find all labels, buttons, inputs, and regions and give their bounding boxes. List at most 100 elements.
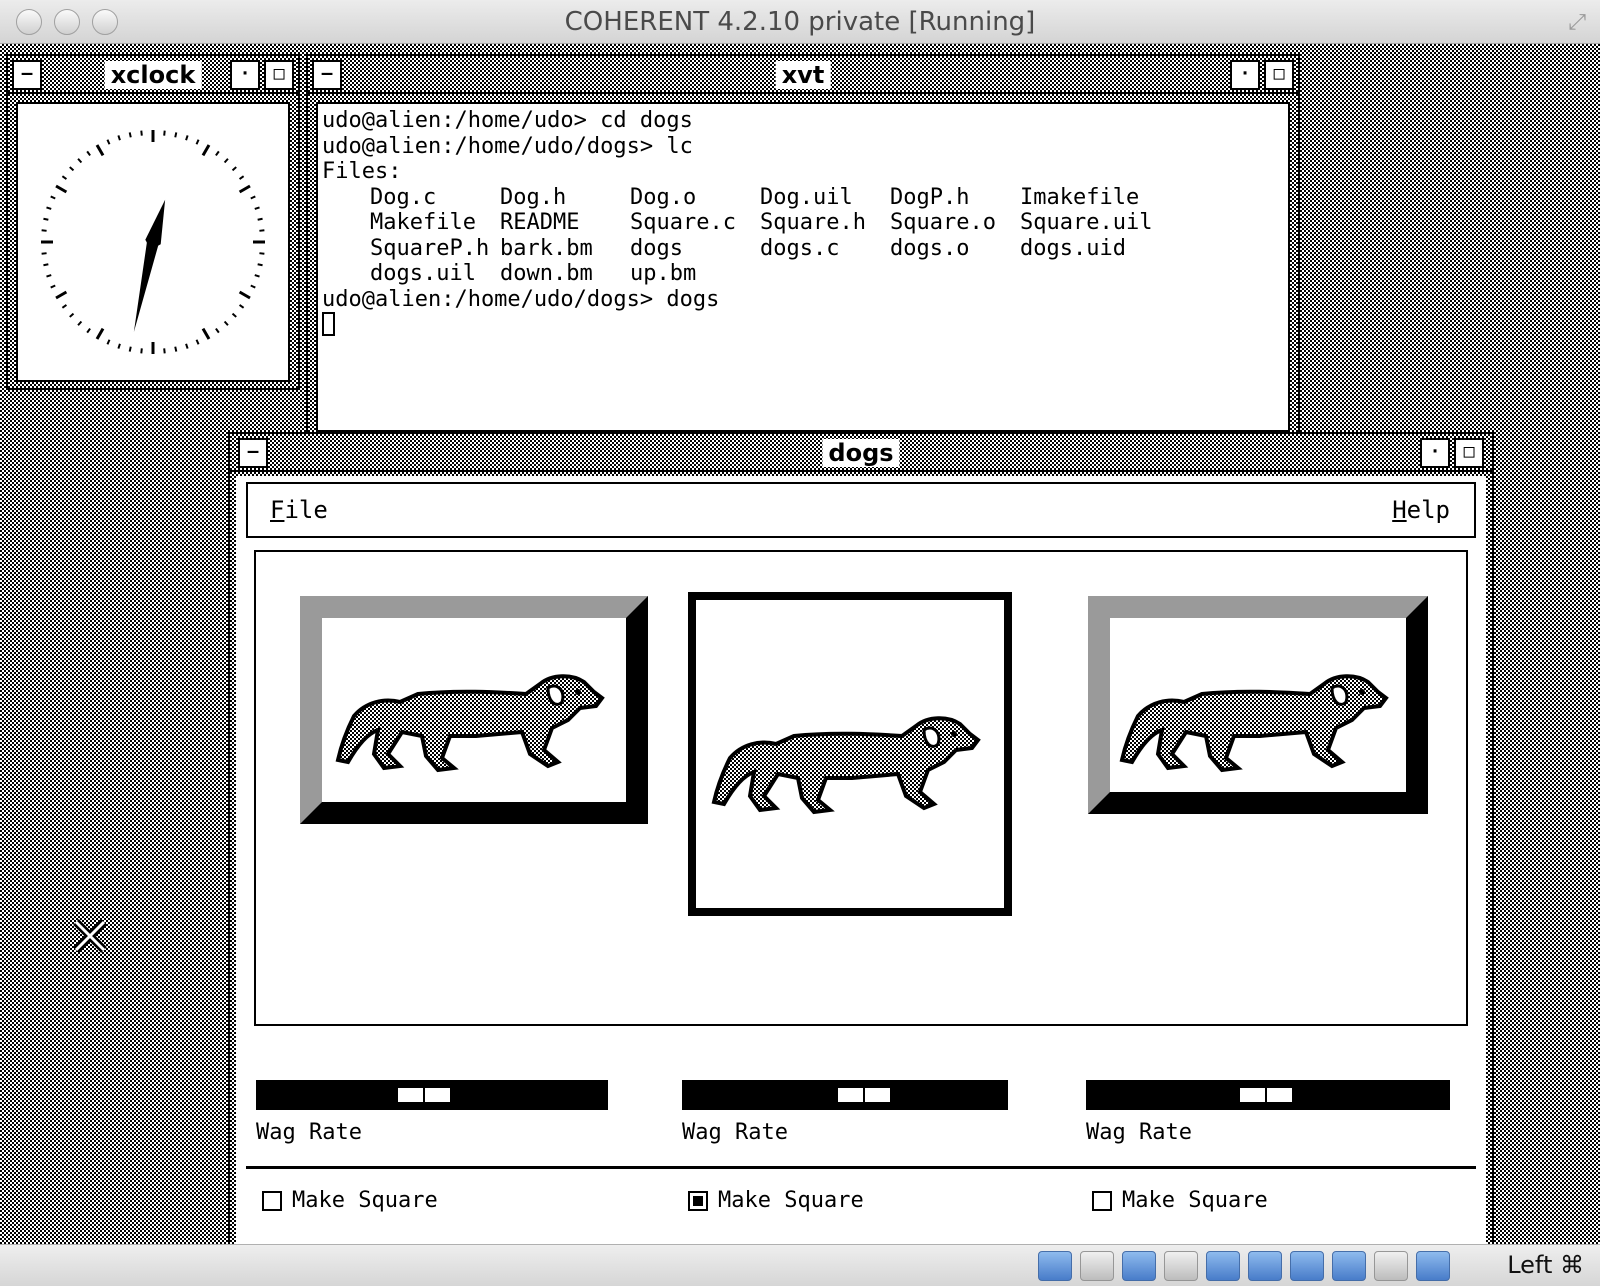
- clock-tick: [43, 263, 49, 267]
- dogs-main: File Help Wag Rate Wag Rate Wag Rate Mak…: [236, 476, 1486, 1276]
- zoom-window-icon[interactable]: [92, 9, 118, 35]
- cpu-icon[interactable]: [1332, 1251, 1366, 1281]
- file-name: Makefile: [370, 210, 476, 235]
- dog-image: [335, 674, 605, 773]
- file-listing: Dog.c Dog.h Dog.o Dog.uil DogP.h Imakefi…: [370, 185, 1284, 287]
- xclock-titlebar[interactable]: – xclock · □: [8, 56, 298, 94]
- clock-tick: [163, 348, 166, 354]
- dogs-title: dogs: [822, 439, 900, 467]
- dog-button-1[interactable]: [300, 596, 648, 824]
- status-icons: [1038, 1251, 1450, 1281]
- close-window-icon[interactable]: [16, 9, 42, 35]
- dogs-titlebar[interactable]: – dogs · □: [230, 434, 1492, 472]
- terminal-line: udo@alien:/home/udo> cd dogs: [322, 108, 693, 133]
- clock-tick: [223, 320, 229, 326]
- display-icon[interactable]: [1248, 1251, 1282, 1281]
- clock-tick: [174, 346, 178, 352]
- make-square-label: Make Square: [1122, 1188, 1268, 1213]
- capture-icon[interactable]: [1416, 1251, 1450, 1281]
- clock-tick: [238, 304, 245, 309]
- slider-thumb[interactable]: [836, 1086, 892, 1104]
- mouse-integration-icon[interactable]: [1374, 1251, 1408, 1281]
- floppy-icon[interactable]: [1080, 1251, 1114, 1281]
- clock-tick: [201, 144, 211, 157]
- clock-tick: [86, 327, 91, 334]
- dog-button-3[interactable]: [1088, 596, 1428, 814]
- file-name: Imakefile: [1020, 184, 1140, 210]
- make-square-toggle-2[interactable]: Make Square: [688, 1188, 864, 1213]
- maximize-icon[interactable]: □: [1264, 60, 1294, 90]
- minimize-window-icon[interactable]: [54, 9, 80, 35]
- usb-icon[interactable]: [1164, 1251, 1198, 1281]
- file-name: Square.h: [760, 210, 866, 235]
- file-name: Square.uil: [1020, 210, 1153, 235]
- file-name: Dog.c: [370, 184, 437, 210]
- dog-image: [711, 716, 981, 815]
- clock-tick: [95, 327, 105, 340]
- file-name: README: [500, 210, 580, 235]
- wag-rate-slider-3[interactable]: [1086, 1080, 1450, 1110]
- host-statusbar: Left ⌘: [0, 1244, 1600, 1286]
- clock-tick: [69, 166, 75, 172]
- clock-tick: [43, 217, 49, 221]
- host-titlebar: COHERENT 4.2.10 private [Running] ⤢: [0, 0, 1600, 44]
- make-square-toggle-1[interactable]: Make Square: [262, 1188, 438, 1213]
- optical-drive-icon[interactable]: [1122, 1251, 1156, 1281]
- xclock-title: xclock: [104, 61, 202, 89]
- clock-tick: [238, 175, 245, 180]
- wag-rate-slider-2[interactable]: [682, 1080, 1008, 1110]
- checkbox[interactable]: [1092, 1190, 1112, 1211]
- window-menu-icon[interactable]: –: [12, 60, 42, 90]
- network-icon[interactable]: [1290, 1251, 1324, 1281]
- clock-tick: [117, 135, 121, 141]
- terminal-line: udo@alien:/home/udo/dogs> dogs: [322, 286, 720, 312]
- file-name: Dog.uil: [760, 184, 853, 210]
- x-cursor-icon: [73, 919, 107, 953]
- clock-tick: [254, 274, 260, 278]
- window-menu-icon[interactable]: –: [312, 60, 342, 90]
- clock-tick: [46, 274, 52, 278]
- wag-rate-label: Wag Rate: [1086, 1120, 1192, 1145]
- terminal-line: udo@alien:/home/udo/dogs> lc: [322, 133, 693, 159]
- clock-tick: [41, 252, 47, 255]
- clock-tick: [95, 144, 105, 157]
- slider-thumb[interactable]: [396, 1086, 452, 1104]
- clock-tick: [69, 312, 75, 318]
- hard-disk-icon[interactable]: [1038, 1251, 1072, 1281]
- dog-ear: [922, 726, 941, 748]
- dog-button-2[interactable]: [688, 592, 1012, 916]
- fullscreen-icon[interactable]: ⤢: [1568, 10, 1586, 35]
- shared-folder-icon[interactable]: [1206, 1251, 1240, 1281]
- file-name: dogs.c: [760, 235, 840, 261]
- clock-tick: [117, 343, 121, 349]
- checkbox[interactable]: [262, 1190, 282, 1211]
- terminal-area[interactable]: udo@alien:/home/udo> cd dogs udo@alien:/…: [316, 102, 1290, 432]
- clock-tick: [215, 327, 220, 334]
- window-menu-icon[interactable]: –: [238, 438, 268, 468]
- minimize-icon[interactable]: ·: [1420, 438, 1450, 468]
- maximize-icon[interactable]: □: [1454, 438, 1484, 468]
- file-name: down.bm: [500, 261, 593, 286]
- make-square-toggle-3[interactable]: Make Square: [1092, 1188, 1268, 1213]
- dog-ear: [546, 684, 565, 706]
- menu-file[interactable]: File: [270, 496, 328, 524]
- slider-thumb[interactable]: [1238, 1086, 1294, 1104]
- menu-help[interactable]: Help: [1392, 496, 1450, 524]
- xvt-titlebar[interactable]: – xvt · □: [308, 56, 1298, 94]
- minimize-icon[interactable]: ·: [230, 60, 260, 90]
- x-desktop[interactable]: – xclock · □ – xvt · □ udo@alien:/home/u…: [0, 44, 1600, 1280]
- minimize-icon[interactable]: ·: [1230, 60, 1260, 90]
- wag-rate-label: Wag Rate: [256, 1120, 362, 1145]
- clock-tick: [46, 206, 52, 210]
- file-name: Square.o: [890, 210, 996, 235]
- xvt-title: xvt: [775, 61, 831, 89]
- clock-tick: [195, 339, 200, 345]
- clock-tick: [128, 346, 132, 352]
- maximize-icon[interactable]: □: [264, 60, 294, 90]
- clock-tick: [259, 229, 265, 232]
- wag-rate-slider-1[interactable]: [256, 1080, 608, 1110]
- clock-tick: [195, 139, 200, 145]
- clock-tick: [77, 158, 83, 164]
- checkbox[interactable]: [688, 1190, 708, 1211]
- clock-tick: [185, 343, 189, 349]
